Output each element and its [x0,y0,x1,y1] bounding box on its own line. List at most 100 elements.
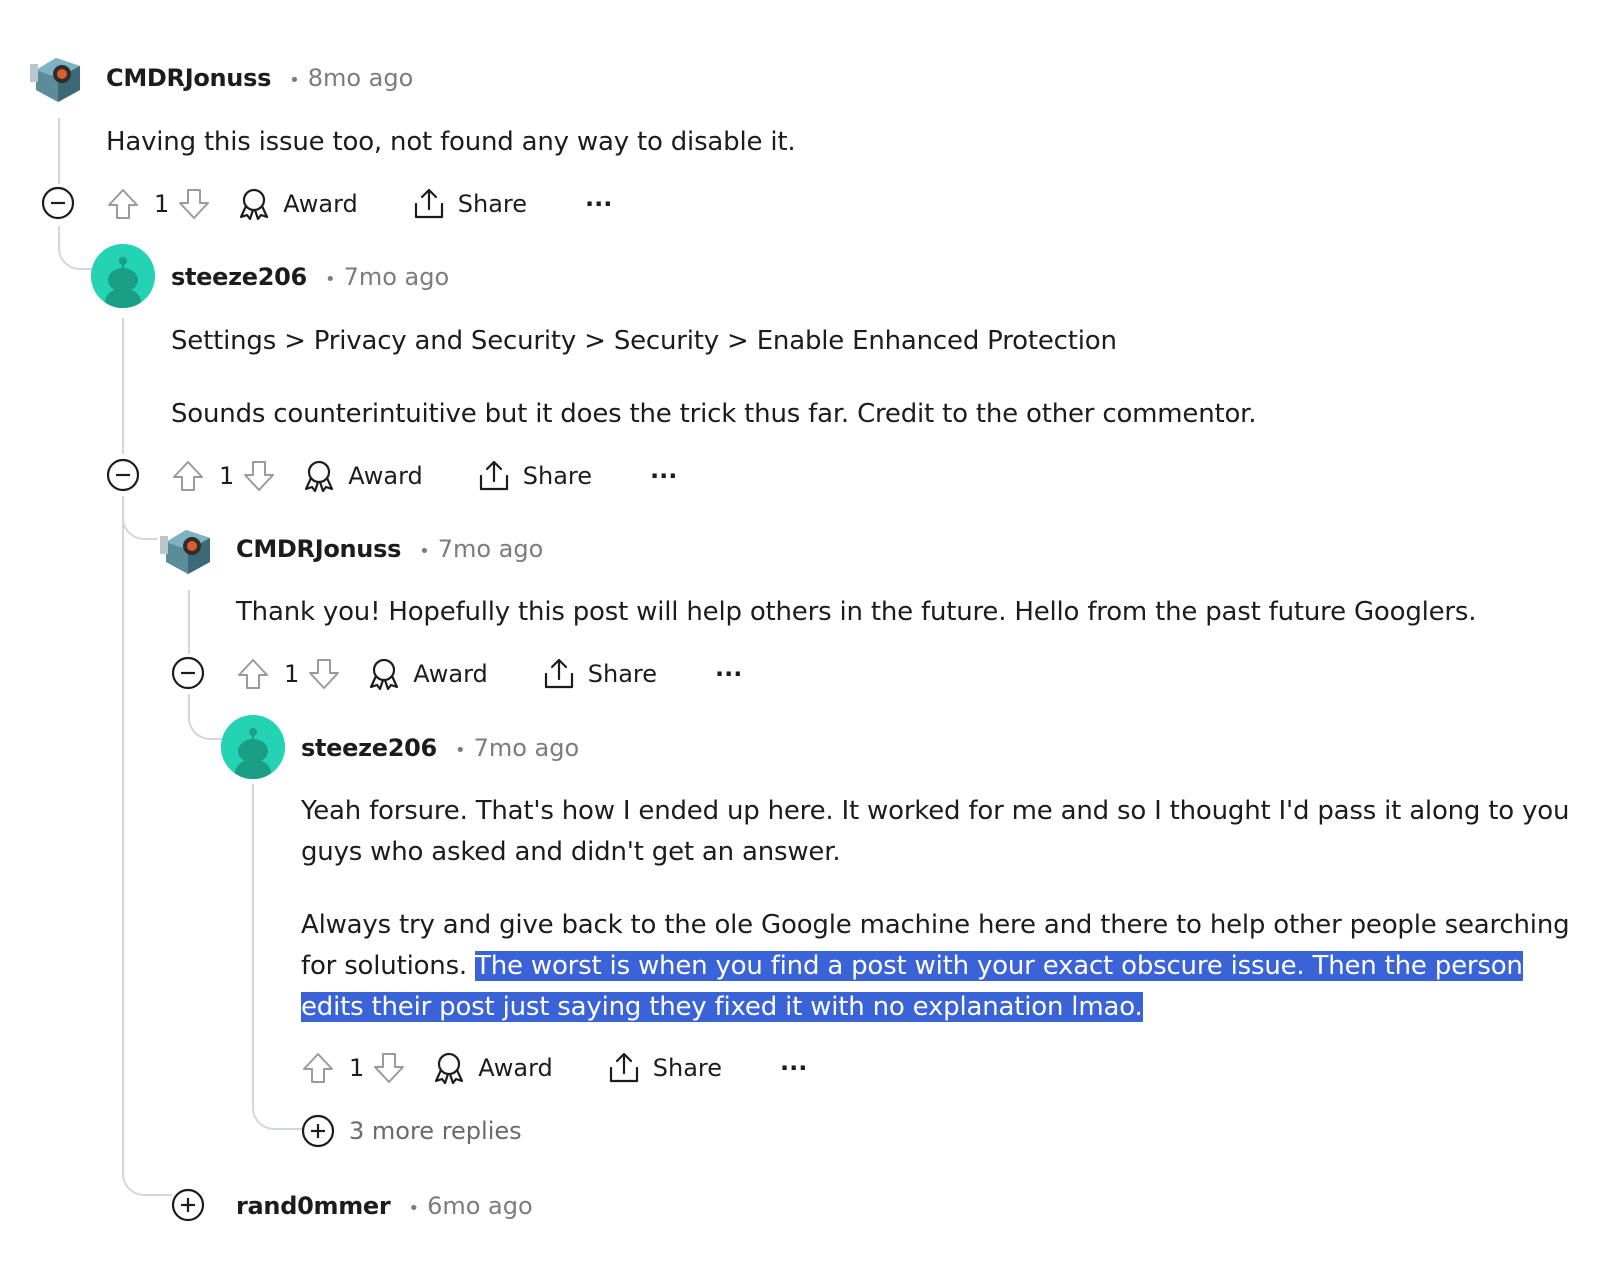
separator-dot: • [419,541,430,562]
upvote-icon [303,1053,333,1083]
award-icon [370,658,399,691]
more-icon: ··· [715,660,743,688]
downvote-icon [244,461,275,491]
timestamp[interactable]: 7mo ago [344,263,450,291]
robot-avatar-icon [156,516,220,580]
separator-dot: • [324,269,336,290]
share-button[interactable]: Share [477,459,592,493]
award-icon [305,460,334,493]
upvote-button[interactable] [106,187,140,221]
username[interactable]: rand0mmer [236,1192,391,1220]
separator-dot: • [408,1198,420,1219]
share-label: Share [457,190,528,218]
downvote-icon [179,189,210,219]
selected-text: edits their post just saying they fixed … [301,992,1143,1022]
thread-line-2[interactable] [122,318,124,454]
share-button[interactable]: Share [542,657,657,691]
action-bar: 1 Award Share ··· [171,456,677,496]
comment-meta: CMDRJonuss • 7mo ago [236,535,543,563]
timestamp[interactable]: 8mo ago [308,64,414,92]
more-icon: ··· [780,1054,808,1082]
comment-body: Settings > Privacy and Security > Securi… [171,321,1257,435]
award-button[interactable]: Award [302,459,423,493]
username[interactable]: steeze206 [171,263,307,291]
share-button[interactable]: Share [412,187,527,221]
downvote-button[interactable] [372,1051,406,1085]
thread-line-1[interactable] [58,118,60,184]
comment-line: Having this issue too, not found any way… [106,127,796,157]
share-button[interactable]: Share [607,1051,722,1085]
timestamp[interactable]: 6mo ago [427,1192,533,1220]
timestamp[interactable]: 7mo ago [438,535,544,563]
share-icon [414,188,443,219]
share-label: Share [587,660,658,688]
share-label: Share [522,462,593,490]
snoo-avatar-icon [221,715,285,779]
more-options-button[interactable]: ··· [585,190,612,218]
thread-elbow-1 [58,226,94,270]
upvote-icon [173,461,203,491]
snoo-avatar-icon [91,244,155,308]
avatar[interactable] [91,244,155,308]
separator-dot: • [454,740,466,761]
award-label: Award [348,462,423,490]
more-replies-label: 3 more replies [349,1117,522,1145]
upvote-icon [238,659,268,689]
vote-count: 1 [154,190,170,218]
collapse-icon[interactable] [171,656,205,690]
username[interactable]: CMDRJonuss [106,64,271,92]
comment-line: for solutions. The worst is when you fin… [301,946,1569,987]
comment-body: Having this issue too, not found any way… [106,122,796,163]
comment-line: Yeah forsure. That's how I ended up here… [301,796,1570,826]
username[interactable]: steeze206 [301,734,437,762]
timestamp[interactable]: 7mo ago [474,734,580,762]
collapse-icon[interactable] [41,186,75,220]
comment-meta: CMDRJonuss • 8mo ago [106,64,413,92]
vote-count: 1 [284,660,300,688]
vote-count: 1 [349,1054,365,1082]
more-options-button[interactable]: ··· [780,1054,807,1082]
avatar[interactable] [156,516,220,580]
username[interactable]: CMDRJonuss [236,535,401,563]
thread-elbow-3 [188,694,224,740]
selected-text: The worst is when you find a post with y… [475,951,1523,981]
upvote-button[interactable] [236,657,270,691]
downvote-button[interactable] [177,187,211,221]
more-icon: ··· [650,462,678,490]
award-icon [240,188,269,221]
award-button[interactable]: Award [237,187,358,221]
avatar[interactable] [221,715,285,779]
award-button[interactable]: Award [367,657,488,691]
comment-body: Thank you! Hopefully this post will help… [236,592,1477,633]
expand-icon[interactable] [171,1188,205,1222]
expand-icon [301,1114,335,1148]
robot-avatar-icon [26,44,90,108]
award-button[interactable]: Award [432,1051,553,1085]
more-icon: ··· [585,190,613,218]
comment-body: Yeah forsure. That's how I ended up here… [301,791,1570,1028]
upvote-icon [108,189,138,219]
share-label: Share [652,1054,723,1082]
downvote-button[interactable] [242,459,276,493]
avatar[interactable] [26,44,90,108]
award-icon [435,1052,464,1085]
downvote-icon [374,1053,405,1083]
thread-elbow-2b [122,496,172,1196]
more-replies-button[interactable]: 3 more replies [301,1114,522,1148]
vote-count: 1 [219,462,235,490]
downvote-icon [309,659,340,689]
award-label: Award [283,190,358,218]
more-options-button[interactable]: ··· [650,462,677,490]
thread-line-3[interactable] [188,590,190,654]
comment-line: Always try and give back to the ole Goog… [301,910,1570,940]
comment-meta: steeze206 • 7mo ago [301,734,579,762]
collapse-icon[interactable] [106,458,140,492]
action-bar: 1 Award Share ··· [301,1048,807,1088]
upvote-button[interactable] [301,1051,335,1085]
more-options-button[interactable]: ··· [715,660,742,688]
separator-dot: • [289,70,300,91]
comment-meta: rand0mmer • 6mo ago [236,1192,533,1220]
action-bar: 1 Award Share ··· [236,654,742,694]
downvote-button[interactable] [307,657,341,691]
upvote-button[interactable] [171,459,205,493]
